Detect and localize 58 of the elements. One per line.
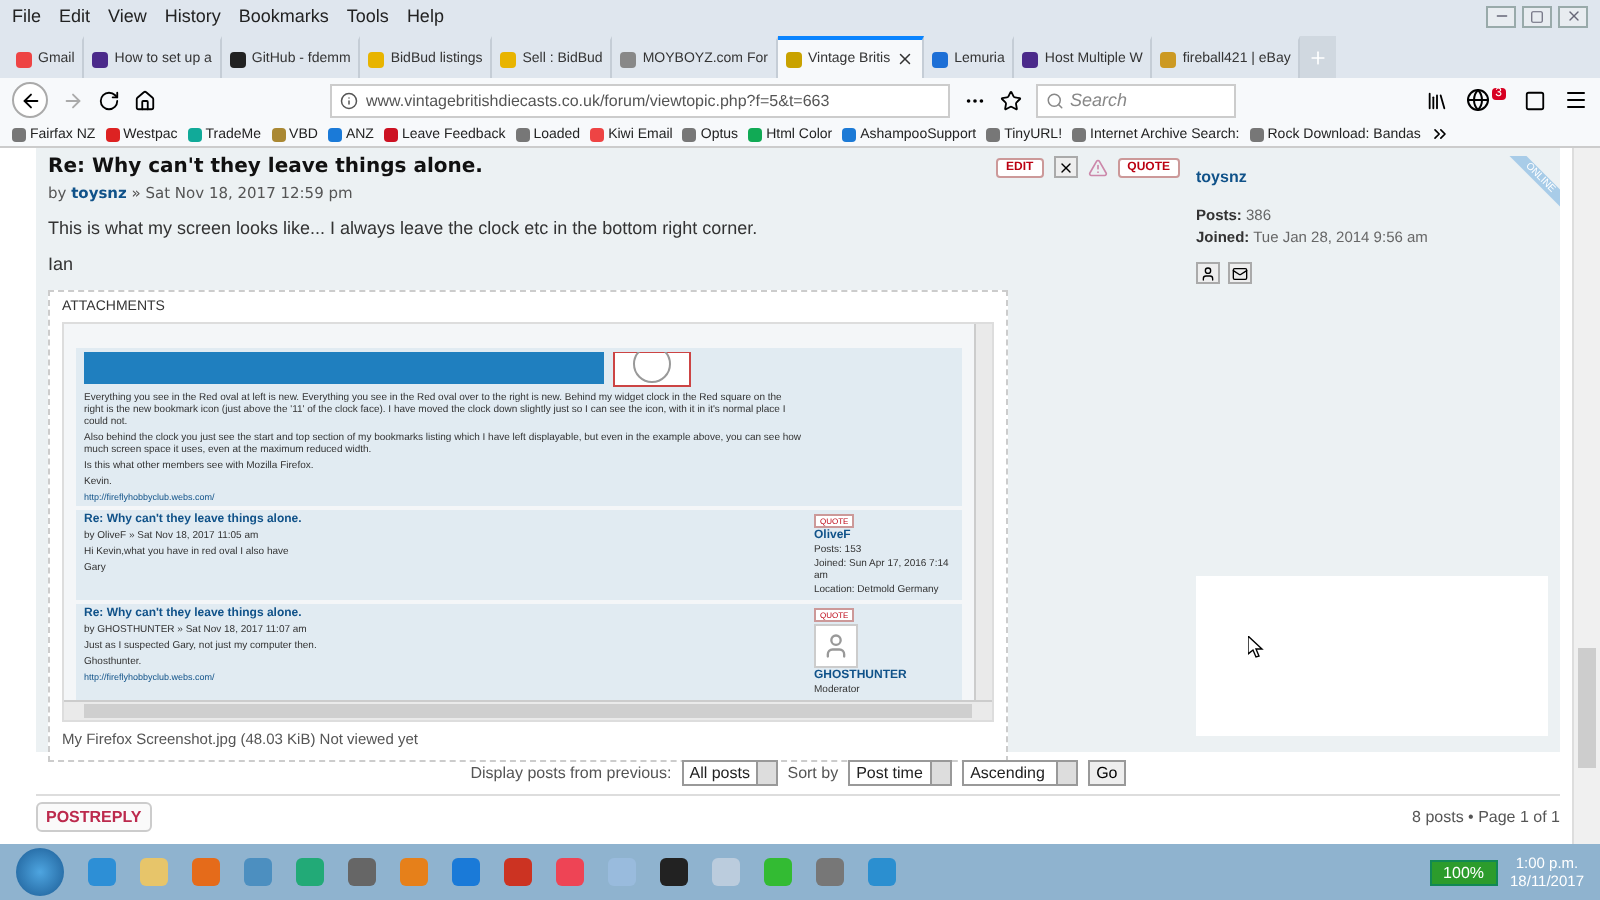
post-body: This is what my screen looks like... I always leave the clock etc in the bottom right corner.: [48, 218, 760, 238]
horizontal-scrollbar[interactable]: [64, 700, 992, 720]
delete-button[interactable]: [1053, 156, 1078, 178]
order-select[interactable]: Ascending: [962, 760, 1079, 786]
back-button[interactable]: [12, 82, 48, 118]
person-icon: [1200, 265, 1216, 281]
menu-item[interactable]: Help: [406, 6, 444, 26]
globe-icon[interactable]: [1465, 88, 1490, 112]
signature: Ian: [48, 254, 76, 274]
close-button[interactable]: [1558, 5, 1588, 27]
close-tab-icon[interactable]: [896, 50, 915, 68]
range-select[interactable]: All posts: [681, 760, 778, 786]
menu-item[interactable]: Bookmarks: [238, 6, 329, 26]
sort-label: Sort by: [787, 764, 839, 782]
menu-item[interactable]: View: [108, 6, 147, 26]
bookmark-star-icon[interactable]: [1000, 89, 1022, 111]
more-bookmarks-icon[interactable]: [1430, 124, 1451, 144]
envelope-icon: [1232, 265, 1248, 281]
menu-icon[interactable]: [1564, 88, 1588, 112]
menu-item[interactable]: File: [12, 6, 42, 26]
reload-button[interactable]: [98, 89, 120, 111]
battery-indicator: 100%: [1429, 859, 1499, 885]
post-reply-button[interactable]: POSTREPLY: [36, 802, 152, 832]
menu-item[interactable]: History: [164, 6, 221, 26]
library-icon[interactable]: [1425, 89, 1448, 111]
post-title: Re: Why can't they leave things alone.: [48, 156, 483, 178]
email-button[interactable]: [1228, 262, 1252, 284]
close-icon: [1565, 8, 1581, 24]
plus-icon: [1308, 47, 1329, 67]
profile-username[interactable]: toysnz: [1196, 168, 1247, 186]
go-button[interactable]: Go: [1088, 760, 1126, 786]
display-label: Display posts from previous:: [470, 764, 672, 782]
cursor-icon: [1248, 636, 1264, 658]
vertical-scrollbar[interactable]: [974, 324, 992, 700]
minimize-button[interactable]: [1486, 5, 1516, 27]
home-button[interactable]: [134, 89, 156, 111]
search-icon: [1046, 91, 1064, 109]
maximize-icon: [1530, 9, 1544, 23]
menu-item[interactable]: Tools: [346, 6, 389, 26]
app-icon[interactable]: [660, 858, 688, 886]
maximize-button[interactable]: [1522, 5, 1552, 27]
sidebar-icon[interactable]: [1524, 89, 1546, 111]
pm-button[interactable]: [1196, 262, 1220, 284]
clock-drawing: [612, 352, 692, 388]
search-field[interactable]: Search: [1036, 83, 1236, 117]
new-tab-button[interactable]: [1300, 36, 1337, 78]
report-icon[interactable]: [1087, 157, 1108, 177]
close-icon: [1057, 159, 1074, 175]
start-button[interactable]: [16, 848, 64, 896]
info-icon[interactable]: [340, 91, 358, 109]
person-icon: [822, 632, 850, 660]
page-scrollbar[interactable]: [1572, 148, 1600, 844]
back-arrow-icon: [19, 89, 41, 111]
menu-item[interactable]: Edit: [59, 6, 91, 26]
pagination-text: 8 posts • Page 1 of 1: [1412, 808, 1560, 826]
forward-button[interactable]: [62, 89, 84, 111]
sort-select[interactable]: Post time: [848, 760, 953, 786]
address-bar[interactable]: www.vintagebritishdiecasts.co.uk/forum/viewtopic.php?f=5&t=663: [330, 83, 950, 117]
